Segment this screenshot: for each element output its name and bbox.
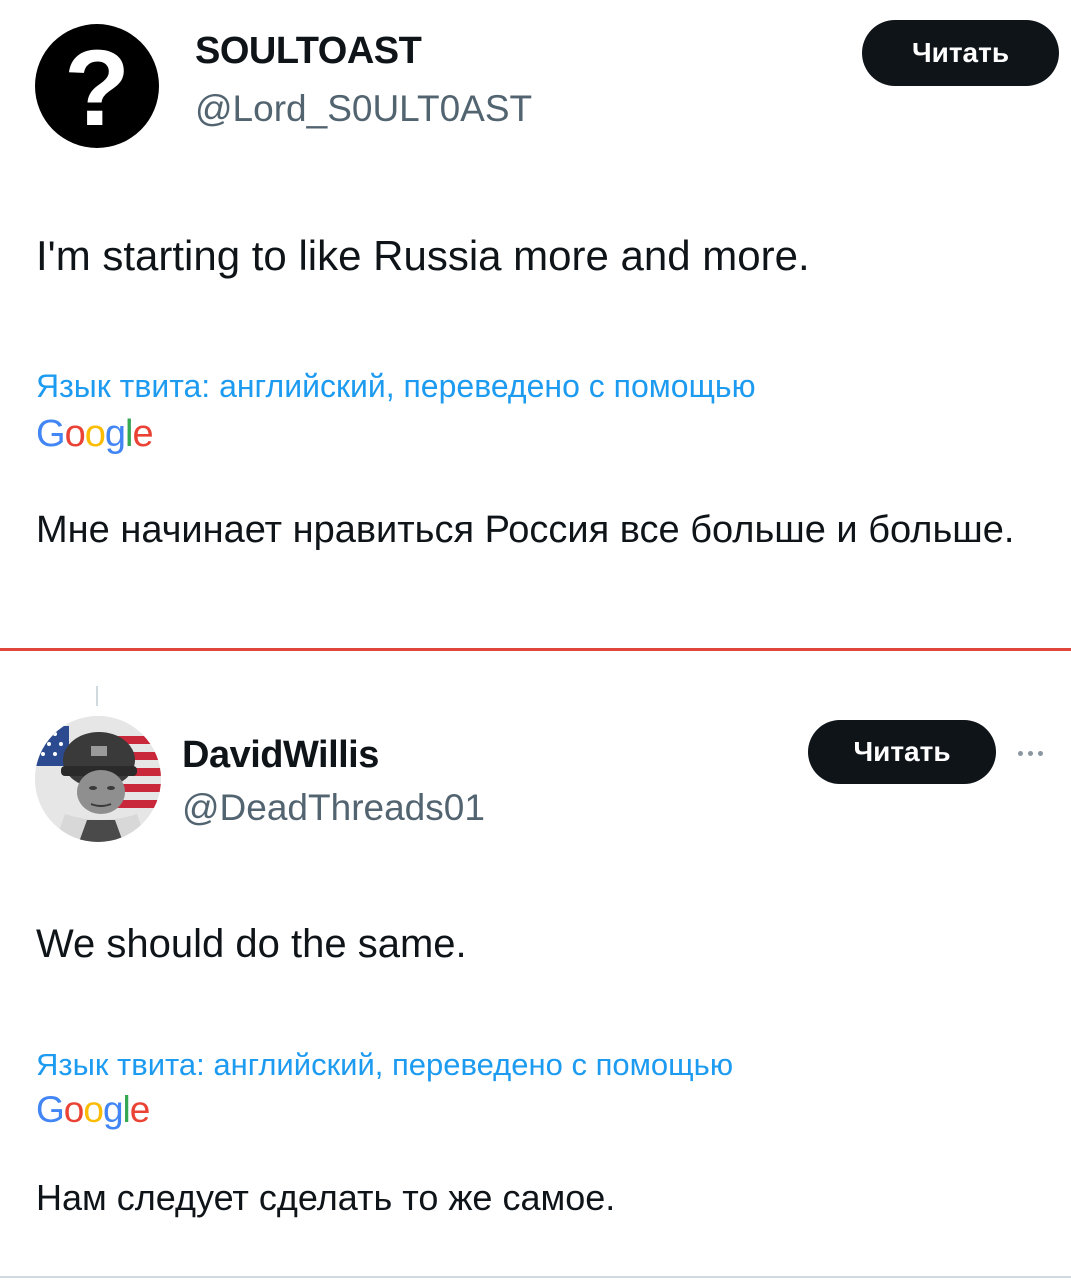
google-letter: o	[63, 1089, 85, 1130]
translation-note: Язык твита: английский, переведено с пом…	[36, 1047, 734, 1082]
translated-text: Нам следует сделать то же самое.	[36, 1177, 616, 1218]
tweet-text: I'm starting to like Russia more and mor…	[36, 232, 810, 279]
google-letter: e	[132, 413, 153, 455]
google-letter: o	[83, 1089, 104, 1130]
translated-text: Мне начинает нравиться Россия все больше…	[36, 509, 1015, 551]
user-handle[interactable]: @DeadThreads01	[182, 787, 485, 829]
translation-note: Язык твита: английский, переведено с пом…	[36, 368, 756, 404]
google-letter: l	[122, 1089, 131, 1130]
display-name[interactable]: SOULTOAST	[195, 30, 422, 73]
follow-button[interactable]: Читать	[862, 20, 1059, 86]
divider	[0, 648, 1071, 651]
tweet-text: We should do the same.	[36, 922, 467, 966]
avatar[interactable]	[35, 716, 161, 842]
display-name[interactable]: DavidWillis	[182, 734, 379, 777]
google-logo[interactable]: Google	[36, 1089, 151, 1131]
google-letter: g	[102, 1089, 124, 1130]
user-handle[interactable]: @Lord_S0ULT0AST	[195, 88, 532, 130]
google-letter: e	[129, 1089, 151, 1130]
bottom-border	[0, 1276, 1071, 1278]
google-letter: o	[64, 413, 86, 455]
google-letter: o	[84, 413, 106, 455]
tweet-card: ? SOULTOAST @Lord_S0ULT0AST Читать I'm s…	[0, 0, 1071, 648]
tweet-card: DavidWillis @DeadThreads01 Читать We sho…	[0, 652, 1071, 1280]
google-letter: g	[104, 413, 126, 455]
follow-button[interactable]: Читать	[808, 720, 996, 784]
google-logo[interactable]: Google	[36, 413, 154, 456]
avatar[interactable]: ?	[35, 24, 159, 148]
more-dots-icon[interactable]	[1018, 748, 1058, 758]
google-letter: G	[36, 413, 66, 455]
question-mark-icon: ?	[64, 27, 130, 148]
google-letter: G	[36, 1089, 65, 1130]
thread-line	[96, 686, 98, 706]
soldier-portrait-icon	[35, 716, 161, 842]
